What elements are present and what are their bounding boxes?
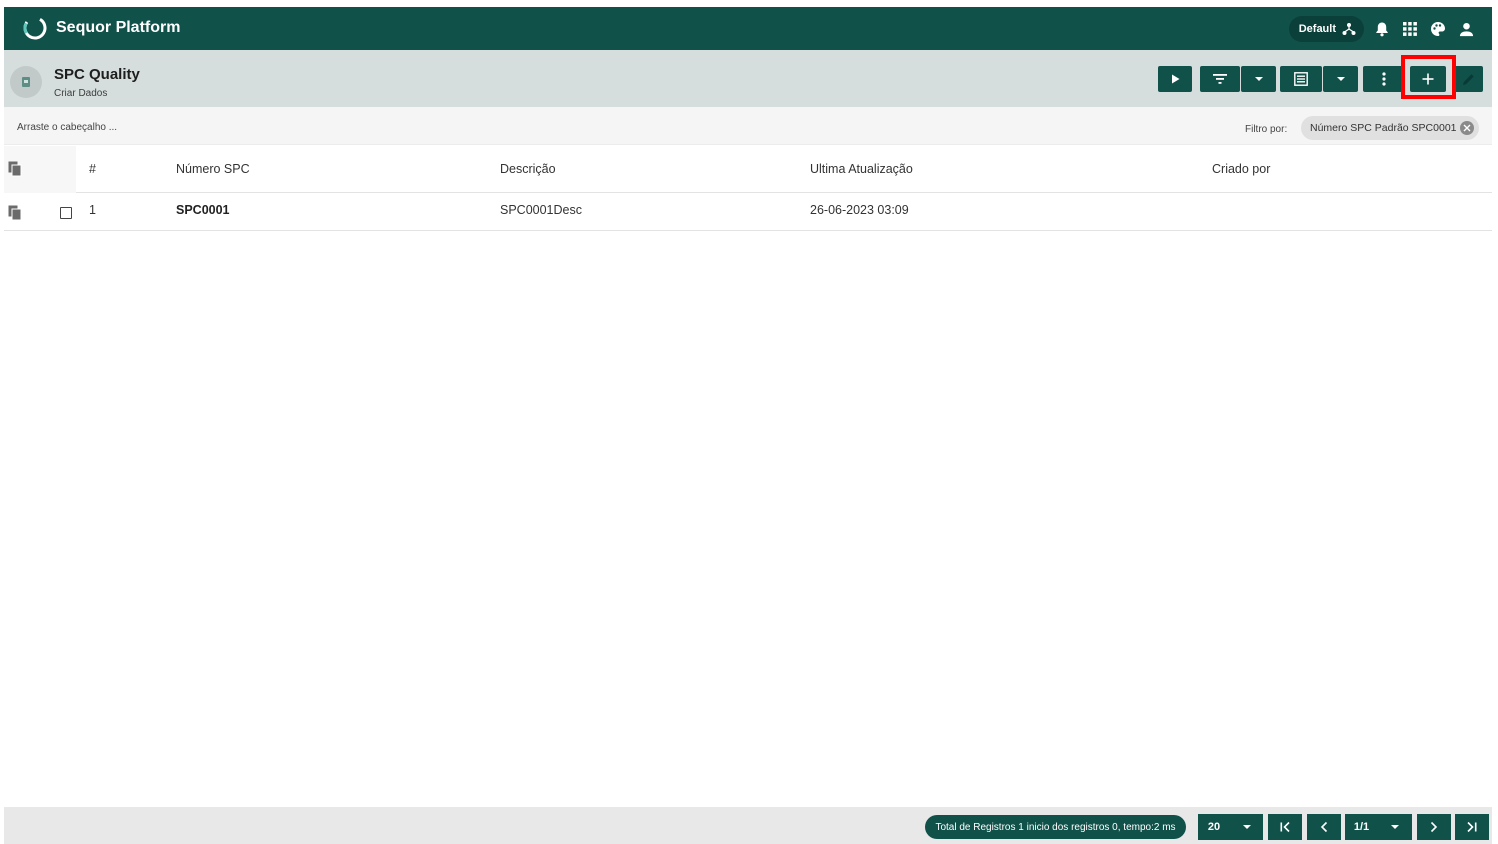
apps-grid-icon[interactable] <box>1400 19 1420 39</box>
more-vert-icon <box>1382 72 1386 86</box>
chevron-left-icon <box>1320 821 1328 833</box>
filter-icon <box>1213 74 1227 84</box>
view-dropdown-button[interactable] <box>1323 66 1358 92</box>
app-bar: Sequor Platform Default <box>4 7 1492 50</box>
appbar-actions: Default <box>1288 16 1476 42</box>
edit-button[interactable] <box>1454 66 1483 92</box>
pencil-icon <box>1463 73 1474 85</box>
column-header-index[interactable]: # <box>89 162 96 176</box>
table-row[interactable]: 1 SPC0001 SPC0001Desc 26-06-2023 03:09 <box>4 194 1492 231</box>
column-header-descricao[interactable]: Descrição <box>500 162 556 176</box>
caret-down-icon <box>1391 825 1399 829</box>
column-header-numero-spc[interactable]: Número SPC <box>176 162 250 176</box>
row-checkbox[interactable] <box>60 207 72 219</box>
table-header: # Número SPC Descrição Ultima Atualizaçã… <box>4 146 1492 193</box>
play-icon <box>1172 74 1180 84</box>
last-page-icon <box>1467 821 1477 833</box>
caret-down-icon <box>1242 825 1251 829</box>
last-page-button[interactable] <box>1455 814 1489 840</box>
previous-page-button[interactable] <box>1307 814 1341 840</box>
app-frame: Sequor Platform Default SPC Quality Cria… <box>4 7 1492 844</box>
copy-icon[interactable] <box>8 205 22 221</box>
cell-descricao: SPC0001Desc <box>500 203 582 217</box>
records-status: Total de Registros 1 inicio dos registro… <box>925 815 1186 839</box>
bell-icon[interactable] <box>1372 19 1392 39</box>
filter-label: Filtro por: <box>1245 124 1288 135</box>
group-by-bar[interactable]: Arraste o cabeçalho ... Filtro por: Núme… <box>4 107 1492 145</box>
copy-icon[interactable] <box>8 161 22 177</box>
profile-selector[interactable]: Default <box>1288 16 1364 42</box>
filter-button[interactable] <box>1200 66 1240 92</box>
first-page-icon <box>1280 821 1290 833</box>
profile-label: Default <box>1298 23 1336 35</box>
first-page-button[interactable] <box>1268 814 1302 840</box>
close-icon[interactable] <box>1460 121 1474 135</box>
module-title: SPC Quality <box>54 66 140 83</box>
module-icon <box>22 77 30 87</box>
filter-chip-label: Número SPC Padrão SPC0001 <box>1310 122 1457 134</box>
filter-chip[interactable]: Número SPC Padrão SPC0001 <box>1301 116 1479 140</box>
sequor-logo-icon[interactable] <box>22 15 48 41</box>
hierarchy-icon <box>1342 23 1356 35</box>
next-page-button[interactable] <box>1417 814 1451 840</box>
cell-index: 1 <box>89 203 96 217</box>
caret-down-icon <box>1254 77 1263 81</box>
cell-numero-spc[interactable]: SPC0001 <box>176 203 230 217</box>
list-view-icon <box>1294 72 1308 86</box>
pagination-footer: Total de Registros 1 inicio dos registro… <box>4 807 1492 844</box>
page-indicator: 1/1 <box>1345 814 1378 840</box>
more-options-button[interactable] <box>1363 66 1405 92</box>
column-header-criado-por[interactable]: Criado por <box>1212 162 1270 176</box>
person-icon[interactable] <box>1456 19 1476 39</box>
highlight-box <box>1401 55 1456 99</box>
cell-ultima-atualizacao: 26-06-2023 03:09 <box>810 203 909 217</box>
module-avatar <box>10 66 42 98</box>
chevron-right-icon <box>1430 821 1438 833</box>
palette-icon[interactable] <box>1428 19 1448 39</box>
app-title: Sequor Platform <box>56 19 181 36</box>
column-header-ultima-atualizacao[interactable]: Ultima Atualização <box>810 162 913 176</box>
filter-dropdown-button[interactable] <box>1241 66 1276 92</box>
page-dropdown[interactable] <box>1378 814 1412 840</box>
group-by-hint: Arraste o cabeçalho ... <box>17 122 118 133</box>
page-size-value[interactable]: 20 <box>1198 814 1230 840</box>
list-view-button[interactable] <box>1280 66 1322 92</box>
module-subtitle: Criar Dados <box>54 88 108 99</box>
run-button[interactable] <box>1158 66 1192 92</box>
page-size-dropdown[interactable] <box>1230 814 1263 840</box>
caret-down-icon <box>1336 77 1345 81</box>
module-header: SPC Quality Criar Dados <box>4 50 1492 107</box>
